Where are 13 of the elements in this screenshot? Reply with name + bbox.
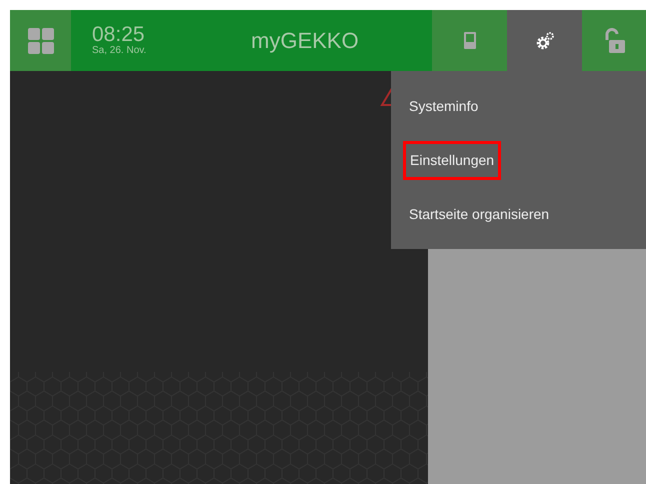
device-button[interactable] bbox=[432, 10, 507, 71]
lock-button[interactable] bbox=[582, 10, 646, 71]
unlocked-icon bbox=[603, 28, 625, 54]
clock-date: Sa, 26. Nov. bbox=[92, 45, 148, 57]
grid-icon bbox=[28, 28, 54, 54]
gears-icon bbox=[534, 30, 554, 50]
menu-item[interactable]: Systeminfo bbox=[409, 96, 478, 116]
tablet-icon bbox=[464, 32, 476, 49]
clock-time: 08:25 bbox=[92, 24, 146, 45]
settings-button[interactable] bbox=[507, 10, 582, 71]
app-title: myGEKKO bbox=[251, 27, 359, 55]
apps-button[interactable] bbox=[10, 10, 71, 71]
menu-item[interactable]: Startseite organisieren bbox=[409, 204, 550, 224]
